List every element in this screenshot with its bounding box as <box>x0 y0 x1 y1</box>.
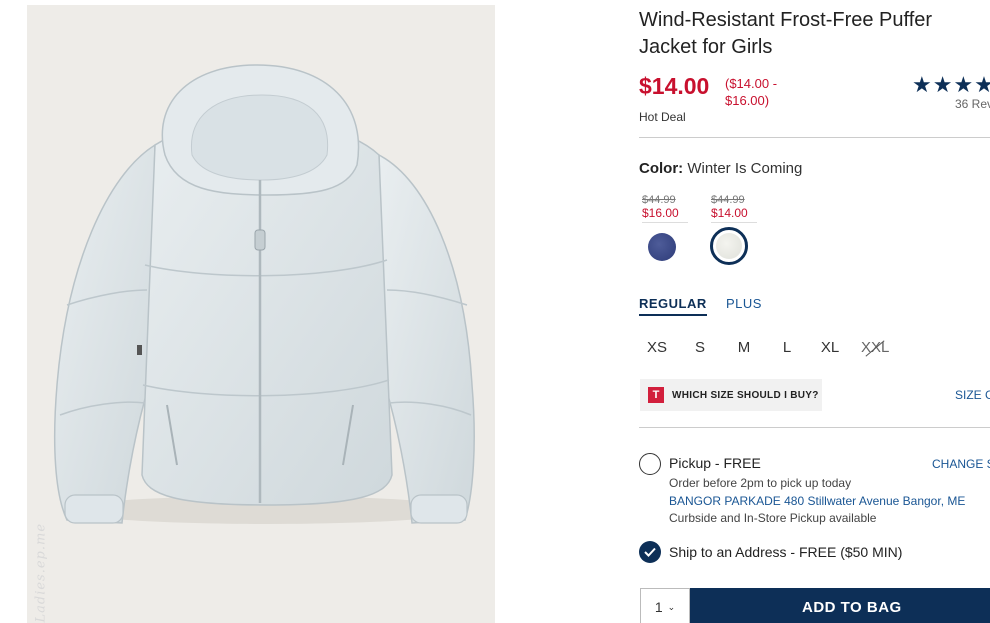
size-help-label: WHICH SIZE SHOULD I BUY? <box>672 389 819 401</box>
add-to-bag-button[interactable]: ADD TO BAG <box>690 588 990 623</box>
pickup-label: Pickup - FREE <box>669 455 761 471</box>
sale-price: $14.00 <box>711 206 748 220</box>
color-swatch-winter-is-coming[interactable] <box>710 227 748 265</box>
size-option-xs[interactable]: XS <box>644 339 670 356</box>
divider <box>639 427 990 428</box>
divider <box>639 137 990 138</box>
tab-plus[interactable]: PLUS <box>726 296 762 311</box>
puffer-jacket-illustration <box>53 64 475 524</box>
checkmark-icon <box>644 547 656 557</box>
size-option-m[interactable]: M <box>731 339 757 356</box>
size-help-button[interactable]: T WHICH SIZE SHOULD I BUY? <box>640 379 822 411</box>
quantity-value: 1 <box>654 599 663 615</box>
product-image[interactable]: Ladies.ep.me <box>27 5 495 623</box>
watermark: Ladies.ep.me <box>31 505 53 623</box>
size-guide-link[interactable]: SIZE G <box>955 388 990 402</box>
quantity-select[interactable]: 1 ⌄ <box>640 588 690 623</box>
tab-regular[interactable]: REGULAR <box>639 296 707 316</box>
color-swatch-navy[interactable] <box>648 233 676 261</box>
store-address-link[interactable]: BANGOR PARKADE 480 Stillwater Avenue Ban… <box>669 494 965 508</box>
color-selection: Color: Winter Is Coming <box>639 160 802 177</box>
product-title: Wind-Resistant Frost-Free Puffer Jacket … <box>639 9 933 58</box>
ship-label: Ship to an Address - FREE ($50 MIN) <box>669 544 903 560</box>
hot-deal-badge: Hot Deal <box>639 110 686 124</box>
size-option-xxl-unavailable[interactable]: XXL <box>861 339 889 356</box>
swatch-price-winter: $44.99 $14.00 <box>711 194 757 223</box>
price-range: ($14.00 - $16.00) <box>725 76 778 108</box>
t-logo-icon: T <box>648 387 664 403</box>
review-count-link[interactable]: 36 Rev <box>955 97 990 111</box>
change-store-link[interactable]: CHANGE ST <box>932 457 990 471</box>
watermark-text: Ladies.ep.me <box>33 522 49 623</box>
chevron-down-icon: ⌄ <box>667 601 676 612</box>
current-price: $14.00 <box>639 73 710 99</box>
pickup-cutoff-note: Order before 2pm to pick up today <box>669 476 852 490</box>
size-option-l[interactable]: L <box>774 339 800 356</box>
size-option-s[interactable]: S <box>687 339 713 356</box>
swatch-price-navy: $44.99 $16.00 <box>642 194 688 223</box>
ship-radio[interactable] <box>639 541 661 563</box>
swatch-fill <box>716 233 742 259</box>
sale-price: $16.00 <box>642 206 679 220</box>
pickup-availability: Curbside and In-Store Pickup available <box>669 511 877 525</box>
pickup-radio[interactable] <box>639 453 661 475</box>
star-rating[interactable]: ★★★★ <box>912 72 990 98</box>
color-label: Color: <box>639 160 684 177</box>
size-option-xl[interactable]: XL <box>817 339 843 356</box>
selected-color-name: Winter Is Coming <box>687 160 803 177</box>
